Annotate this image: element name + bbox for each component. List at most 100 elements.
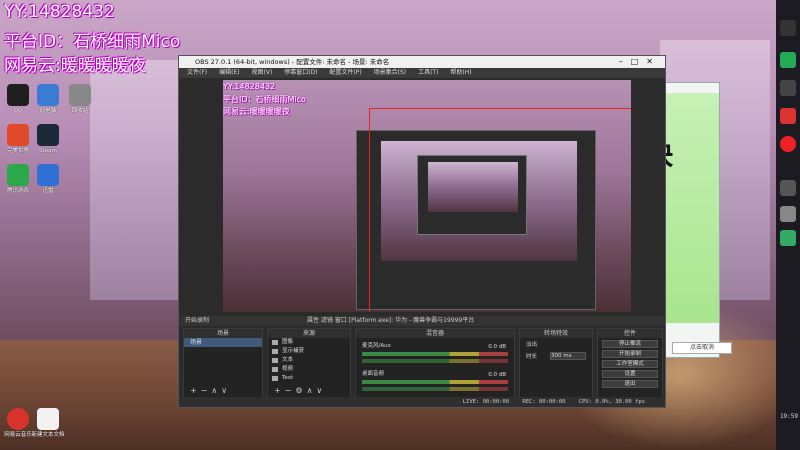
- mixer-track-volume: 0.0 dB: [488, 344, 506, 350]
- text-source-icon: [272, 376, 278, 381]
- source-label: 视频: [282, 366, 294, 372]
- obs-menu-bar: 文件(F) 编辑(E) 视图(V) 停靠窗口(D) 配置文件(P) 场景集合(S…: [179, 68, 665, 78]
- desktop-icon-computer[interactable]: 此电脑: [30, 84, 66, 114]
- source-label: 显示捕获: [282, 348, 305, 354]
- taskbar-app-icon[interactable]: [780, 136, 796, 152]
- desktop-icon-steam[interactable]: Steam: [30, 124, 66, 154]
- desktop-volume-slider[interactable]: [362, 387, 508, 391]
- mixer-track-volume: 0.0 dB: [488, 372, 506, 378]
- obs-title-bar[interactable]: OBS 27.0.1 (64-bit, windows) - 配置文件: 未命名…: [179, 56, 665, 68]
- menu-view[interactable]: 视图(V): [251, 69, 272, 76]
- menu-scene-collection[interactable]: 场景集合(S): [374, 69, 407, 76]
- taskbar-app-icon[interactable]: [780, 230, 796, 246]
- obs-window[interactable]: OBS 27.0.1 (64-bit, windows) - 配置文件: 未命名…: [178, 55, 666, 408]
- transition-duration-row: 时长 300 ms: [520, 350, 592, 362]
- music-app-cancel-button[interactable]: 点击取消: [672, 342, 732, 354]
- obs-status-bar: LIVE: 00:00:00 REC: 00:00:00 CPU: 0.0%, …: [179, 397, 665, 407]
- toolbar-left-label: 开始录制: [185, 317, 210, 324]
- controls-dock-title: 控件: [598, 329, 662, 338]
- overlay-netease-id: 网易云:暖暖暖暖夜: [4, 56, 146, 76]
- transition-type-row[interactable]: 淡出: [520, 338, 592, 350]
- menu-tools[interactable]: 工具(T): [418, 69, 438, 76]
- desktop-icon-recycle[interactable]: 回收站: [62, 84, 98, 114]
- taskbar-app-icon[interactable]: [780, 206, 796, 222]
- taskbar-clock[interactable]: 19:59: [780, 413, 798, 420]
- menu-docks[interactable]: 停靠窗口(D): [284, 69, 317, 76]
- stop-streaming-button[interactable]: 停止推流: [602, 340, 658, 348]
- transitions-dock: 转场特效 淡出 时长 300 ms: [519, 328, 593, 398]
- scene-controls[interactable]: +−∧∨: [190, 386, 231, 395]
- xunlei-icon: [37, 164, 59, 186]
- menu-edit[interactable]: 编辑(E): [219, 69, 239, 76]
- overlay-platform-id: 平台ID：石桥细雨Mico: [4, 32, 181, 52]
- desktop-icon-label: 此电脑: [39, 108, 57, 114]
- desktop-icon-label: 新建文本文档: [31, 432, 65, 438]
- mic-volume-slider[interactable]: [362, 359, 508, 363]
- rec-timer: REC: 00:00:00: [522, 399, 566, 405]
- start-recording-button[interactable]: 开始录制: [602, 350, 658, 358]
- source-item[interactable]: 显示捕获: [268, 347, 350, 356]
- recycle-bin-icon: [69, 84, 91, 106]
- game-icon: [7, 124, 29, 146]
- netease-music-icon: [7, 408, 29, 430]
- source-toolbar: 开始录制 属性 滤镜 窗口 [Platform.exe]: 华为 - 魔兽争霸与…: [179, 316, 665, 326]
- mixer-dock-title: 混音器: [356, 329, 514, 338]
- source-label: 文本: [282, 357, 294, 363]
- source-item[interactable]: Text: [268, 374, 350, 383]
- transition-duration-label: 时长: [526, 354, 538, 360]
- source-item[interactable]: 视频: [268, 365, 350, 374]
- sources-dock: 来源 图像 显示捕获 文本 视频 Text +−⚙∧∨: [267, 328, 351, 398]
- tencent-game-icon: [7, 164, 29, 186]
- sources-dock-title: 来源: [268, 329, 350, 338]
- taskbar-app-icon[interactable]: [780, 80, 796, 96]
- display-capture-icon: [272, 349, 278, 354]
- menu-profile[interactable]: 配置文件(P): [329, 69, 361, 76]
- taskbar: 19:59: [776, 0, 800, 450]
- source-item[interactable]: 文本: [268, 356, 350, 365]
- source-item[interactable]: 图像: [268, 338, 350, 347]
- computer-icon: [37, 84, 59, 106]
- scene-item[interactable]: 场景: [184, 338, 262, 347]
- obs-preview[interactable]: YY:14828432 平台ID：石桥细雨Mico 网易云:暖暖暖暖夜: [223, 80, 631, 312]
- overlay-yy-id: YY:14828432: [4, 2, 115, 22]
- taskbar-app-icon[interactable]: [780, 180, 796, 196]
- menu-file[interactable]: 文件(F): [187, 69, 207, 76]
- transition-type[interactable]: 淡出: [526, 340, 537, 348]
- preview-overlay-yy: YY:14828432: [223, 82, 276, 91]
- desktop-icon-textfile[interactable]: 新建文本文档: [30, 408, 66, 438]
- menu-help[interactable]: 帮助(H): [450, 69, 471, 76]
- exit-button[interactable]: 退出: [602, 380, 658, 388]
- steam-icon: [37, 124, 59, 146]
- desktop-level-meter: [362, 380, 508, 384]
- mixer-dock: 混音器 麦克风/Aux 0.0 dB 桌面音频 0.0 dB: [355, 328, 515, 398]
- source-label: Text: [282, 375, 294, 381]
- window-controls[interactable]: –□✕: [619, 56, 661, 68]
- controls-dock: 控件 停止推流 开始录制 工作室模式 设置 退出: [597, 328, 663, 398]
- obs-window-title: OBS 27.0.1 (64-bit, windows) - 配置文件: 未命名…: [195, 58, 390, 66]
- studio-mode-button[interactable]: 工作室模式: [602, 360, 658, 368]
- text-file-icon: [37, 408, 59, 430]
- source-controls[interactable]: +−⚙∧∨: [274, 386, 326, 395]
- taskbar-app-icon[interactable]: [780, 108, 796, 124]
- desktop-icon-label: 回收站: [71, 108, 89, 114]
- cpu-fps: CPU: 0.0%, 30.00 fps: [578, 399, 645, 405]
- preview-overlay-platform: 平台ID：石桥细雨Mico: [223, 95, 306, 104]
- source-properties-bar[interactable]: 属性 滤镜 窗口 [Platform.exe]: 华为 - 魔兽争霸与19999…: [307, 316, 474, 326]
- transition-duration-input[interactable]: 300 ms: [550, 352, 586, 360]
- wallpaper-window-left: [90, 60, 190, 300]
- taskbar-app-icon[interactable]: [780, 52, 796, 68]
- taskbar-app-icon[interactable]: [780, 20, 796, 36]
- scenes-dock: 场景 场景 +−∧∨: [183, 328, 263, 398]
- source-selection-box[interactable]: [369, 108, 631, 312]
- desktop-icon-label: Steam: [39, 148, 57, 154]
- desktop-icon-label: 迅雷: [42, 188, 54, 194]
- transitions-dock-title: 转场特效: [520, 329, 592, 338]
- desktop-icon-xunlei[interactable]: 迅雷: [30, 164, 66, 194]
- qq-icon: [7, 84, 29, 106]
- scenes-dock-title: 场景: [184, 329, 262, 338]
- settings-button[interactable]: 设置: [602, 370, 658, 378]
- source-label: 图像: [282, 339, 294, 345]
- preview-overlay-netease: 网易云:暖暖暖暖夜: [223, 107, 290, 116]
- image-source-icon: [272, 340, 278, 345]
- mic-level-meter: [362, 352, 508, 356]
